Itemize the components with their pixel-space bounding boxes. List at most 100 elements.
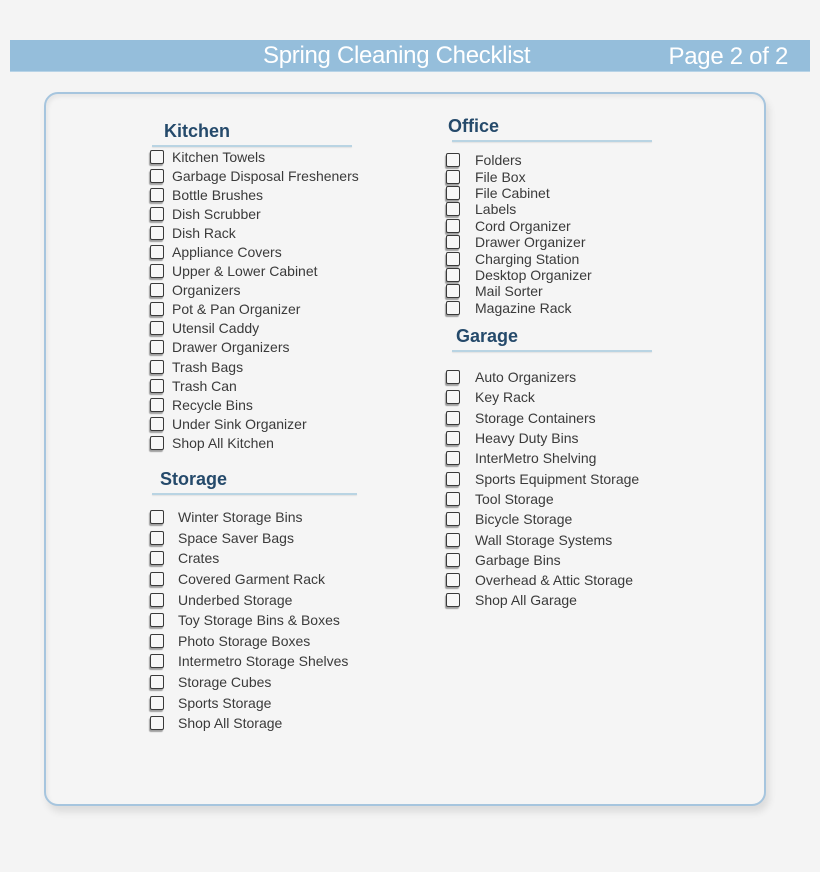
checklist-item[interactable]: Bicycle Storage bbox=[446, 509, 652, 529]
checklist-item[interactable]: Dish Scrubber bbox=[150, 204, 359, 223]
checkbox[interactable] bbox=[446, 390, 460, 405]
checklist-item[interactable]: Space Saver Bags bbox=[150, 528, 357, 549]
checklist-item[interactable]: Upper & Lower Cabinet bbox=[150, 262, 359, 281]
checklist-item[interactable]: Intermetro Storage Shelves bbox=[150, 651, 357, 672]
checkbox[interactable] bbox=[150, 613, 164, 628]
checklist-item[interactable]: Mail Sorter bbox=[446, 283, 652, 299]
checkbox[interactable] bbox=[446, 300, 460, 315]
checkbox[interactable] bbox=[150, 510, 164, 525]
checkbox[interactable] bbox=[446, 491, 460, 506]
checklist-item[interactable]: Crates bbox=[150, 548, 357, 569]
checklist-item[interactable]: Organizers bbox=[150, 281, 359, 300]
checkbox[interactable] bbox=[446, 153, 460, 168]
checklist-item[interactable]: Shop All Kitchen bbox=[150, 433, 359, 452]
checklist-item[interactable]: Underbed Storage bbox=[150, 589, 357, 610]
checklist-item[interactable]: Auto Organizers bbox=[446, 367, 652, 387]
checklist-item-label: Covered Garment Rack bbox=[178, 571, 326, 588]
checkbox[interactable] bbox=[446, 218, 460, 233]
checklist-item[interactable]: Pot & Pan Organizer bbox=[150, 300, 359, 319]
checklist-item[interactable]: Wall Storage Systems bbox=[446, 529, 652, 549]
checkbox[interactable] bbox=[446, 410, 460, 425]
checkbox[interactable] bbox=[446, 284, 460, 299]
checkbox[interactable] bbox=[446, 202, 460, 217]
checkbox[interactable] bbox=[446, 169, 460, 184]
checklist-item[interactable]: Overhead & Attic Storage bbox=[446, 570, 652, 590]
checkbox[interactable] bbox=[150, 149, 164, 164]
checkbox[interactable] bbox=[150, 302, 164, 317]
checklist-item[interactable]: File Box bbox=[446, 168, 652, 185]
checklist-item[interactable]: Shop All Storage bbox=[150, 713, 357, 734]
checkbox[interactable] bbox=[446, 431, 460, 446]
checkbox[interactable] bbox=[446, 532, 460, 547]
checkbox[interactable] bbox=[150, 551, 164, 566]
checkbox[interactable] bbox=[150, 633, 164, 648]
checkbox[interactable] bbox=[446, 451, 460, 466]
checklist-item[interactable]: Trash Can bbox=[150, 376, 359, 395]
checklist-item[interactable]: Key Rack bbox=[446, 387, 652, 407]
checklist-item[interactable]: Charging Station bbox=[446, 250, 652, 267]
checklist-item[interactable]: Shop All Garage bbox=[446, 590, 652, 610]
checklist-item[interactable]: Covered Garment Rack bbox=[150, 569, 357, 590]
checkbox[interactable] bbox=[446, 593, 460, 608]
checkbox[interactable] bbox=[446, 573, 460, 588]
checkbox[interactable] bbox=[150, 654, 164, 669]
checkbox[interactable] bbox=[150, 359, 164, 374]
checklist-item[interactable]: Folders bbox=[446, 152, 652, 168]
checklist-item[interactable]: Kitchen Towels bbox=[150, 147, 359, 166]
checklist-item[interactable]: Magazine Rack bbox=[446, 300, 652, 316]
checklist-item[interactable]: Dish Rack bbox=[150, 223, 359, 242]
checklist-item[interactable]: InterMetro Shelving bbox=[446, 448, 652, 468]
checklist-item[interactable]: Garbage Bins bbox=[446, 550, 652, 570]
checklist-item[interactable]: Photo Storage Boxes bbox=[150, 631, 357, 652]
checklist-item[interactable]: File Cabinet bbox=[446, 185, 652, 201]
checkbox[interactable] bbox=[446, 267, 460, 282]
checklist-item[interactable]: Labels bbox=[446, 201, 652, 217]
checkbox[interactable] bbox=[150, 378, 164, 393]
checklist-item[interactable]: Bottle Brushes bbox=[150, 185, 359, 204]
checkbox[interactable] bbox=[446, 471, 460, 486]
checklist-item[interactable]: Garbage Disposal Fresheners bbox=[150, 166, 359, 185]
checklist-item[interactable]: Tool Storage bbox=[446, 489, 652, 509]
checkbox[interactable] bbox=[150, 168, 164, 183]
checkbox[interactable] bbox=[446, 512, 460, 527]
page-indicator: Page 2 of 2 bbox=[668, 43, 789, 70]
checkbox[interactable] bbox=[446, 235, 460, 250]
checkbox[interactable] bbox=[150, 397, 164, 412]
checkbox[interactable] bbox=[150, 340, 164, 355]
checklist-item[interactable]: Drawer Organizer bbox=[446, 234, 652, 250]
checklist-item[interactable]: Storage Cubes bbox=[150, 672, 357, 693]
checkbox[interactable] bbox=[150, 675, 164, 690]
checkbox[interactable] bbox=[150, 695, 164, 710]
checkbox[interactable] bbox=[150, 530, 164, 545]
checklist-item[interactable]: Desktop Organizer bbox=[446, 267, 652, 283]
checkbox[interactable] bbox=[150, 716, 164, 731]
checklist-item[interactable]: Sports Storage bbox=[150, 692, 357, 713]
checklist-item[interactable]: Sports Equipment Storage bbox=[446, 468, 652, 488]
checklist-item[interactable]: Under Sink Organizer bbox=[150, 414, 359, 433]
checkbox[interactable] bbox=[150, 283, 164, 298]
checklist-item[interactable]: Heavy Duty Bins bbox=[446, 428, 652, 448]
checkbox[interactable] bbox=[150, 245, 164, 260]
checklist-item[interactable]: Toy Storage Bins & Boxes bbox=[150, 610, 357, 631]
checkbox[interactable] bbox=[150, 225, 164, 240]
checkbox[interactable] bbox=[150, 572, 164, 587]
checkbox[interactable] bbox=[150, 592, 164, 607]
checklist-item[interactable]: Appliance Covers bbox=[150, 242, 359, 261]
checkbox[interactable] bbox=[150, 206, 164, 221]
checklist-item[interactable]: Drawer Organizers bbox=[150, 338, 359, 357]
checkbox[interactable] bbox=[150, 435, 164, 450]
checkbox[interactable] bbox=[446, 251, 460, 266]
checkbox[interactable] bbox=[150, 321, 164, 336]
checkbox[interactable] bbox=[446, 370, 460, 385]
checklist-item[interactable]: Winter Storage Bins bbox=[150, 507, 357, 528]
checkbox[interactable] bbox=[446, 552, 460, 567]
checklist-item[interactable]: Utensil Caddy bbox=[150, 319, 359, 338]
checklist-item[interactable]: Trash Bags bbox=[150, 357, 359, 376]
checklist-item[interactable]: Cord Organizer bbox=[446, 218, 652, 234]
checkbox[interactable] bbox=[150, 187, 164, 202]
checkbox[interactable] bbox=[150, 264, 164, 279]
checkbox[interactable] bbox=[446, 185, 460, 200]
checklist-item[interactable]: Recycle Bins bbox=[150, 395, 359, 414]
checklist-item[interactable]: Storage Containers bbox=[446, 408, 652, 428]
checkbox[interactable] bbox=[150, 416, 164, 431]
